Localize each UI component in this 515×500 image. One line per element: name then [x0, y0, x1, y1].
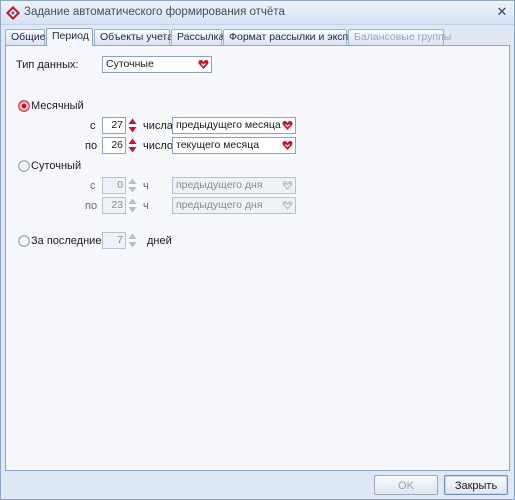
tab-balance-groups: Балансовые группы — [348, 29, 451, 45]
daily-to-day-select: предыдущего дня — [172, 197, 296, 214]
period-panel: Тип данных: Суточные Месячный с 27 числа… — [5, 45, 510, 471]
last-days-value: 7 — [102, 232, 126, 249]
close-window-button[interactable]: ✕ — [494, 5, 510, 20]
monthly-from-day-value[interactable]: 27 — [102, 117, 126, 134]
monthly-to-month-value: текущего месяца — [176, 139, 260, 151]
heart-dropdown-icon — [282, 181, 293, 190]
daily-from-day-select: предыдущего дня — [172, 177, 296, 194]
last-days-spinner: 7 — [102, 232, 138, 249]
daily-from-unit: ч — [143, 180, 149, 192]
close-button[interactable]: Закрыть — [444, 475, 508, 495]
data-type-label: Тип данных: — [16, 59, 79, 71]
monthly-from-unit: числа — [143, 120, 173, 132]
app-diamond-icon — [6, 6, 20, 20]
monthly-to-unit: число — [143, 140, 174, 152]
daily-to-hour-spinner: 23 — [102, 197, 138, 214]
monthly-to-day-spinner[interactable]: 26 — [102, 137, 138, 154]
monthly-to-month-select[interactable]: текущего месяца — [172, 137, 296, 154]
heart-dropdown-icon — [282, 121, 293, 130]
dialog-window: Задание автоматического формирования отч… — [0, 0, 515, 500]
title-bar[interactable]: Задание автоматического формирования отч… — [1, 1, 514, 25]
tab-accounting-objects[interactable]: Объекты учета — [94, 29, 173, 45]
monthly-from-month-select[interactable]: предыдущего месяца — [172, 117, 296, 134]
daily-from-day-value: предыдущего дня — [176, 179, 263, 191]
monthly-from-label: с — [90, 120, 96, 132]
spin-arrows-icon — [128, 233, 137, 248]
tab-strip: Общие Период Объекты учета Рассылка Форм… — [5, 28, 510, 46]
spin-arrows-icon — [128, 198, 137, 213]
tab-mailing[interactable]: Рассылка — [171, 29, 224, 45]
monthly-to-day-value[interactable]: 26 — [102, 137, 126, 154]
data-type-select[interactable]: Суточные — [102, 56, 212, 73]
spin-arrows-icon — [128, 178, 137, 193]
ok-button[interactable]: OK — [374, 475, 438, 495]
last-days-label: За последние — [31, 235, 102, 247]
daily-from-hour-spinner: 0 — [102, 177, 138, 194]
heart-dropdown-icon — [282, 201, 293, 210]
window-title: Задание автоматического формирования отч… — [24, 6, 285, 18]
spin-arrows-icon[interactable] — [128, 118, 137, 133]
last-days-radio[interactable] — [18, 235, 30, 247]
daily-label: Суточный — [31, 160, 82, 172]
monthly-from-month-value: предыдущего месяца — [176, 119, 281, 131]
daily-to-hour-value: 23 — [102, 197, 126, 214]
data-type-value: Суточные — [106, 58, 154, 70]
daily-to-label: по — [85, 200, 98, 212]
last-days-unit: дней — [147, 235, 172, 247]
heart-dropdown-icon — [282, 141, 293, 150]
daily-to-unit: ч — [143, 200, 149, 212]
heart-dropdown-icon — [198, 60, 209, 69]
daily-from-label: с — [90, 180, 96, 192]
monthly-from-day-spinner[interactable]: 27 — [102, 117, 138, 134]
tab-general[interactable]: Общие — [5, 29, 46, 45]
daily-radio[interactable] — [18, 160, 30, 172]
close-icon: ✕ — [496, 4, 508, 20]
daily-from-hour-value: 0 — [102, 177, 126, 194]
tab-mailing-format[interactable]: Формат рассылки и экспорта — [223, 29, 370, 45]
tab-period[interactable]: Период — [46, 28, 93, 46]
monthly-label: Месячный — [31, 100, 84, 112]
monthly-radio[interactable] — [18, 100, 30, 112]
daily-to-day-value: предыдущего дня — [176, 199, 263, 211]
spin-arrows-icon[interactable] — [128, 138, 137, 153]
monthly-to-label: по — [85, 140, 98, 152]
